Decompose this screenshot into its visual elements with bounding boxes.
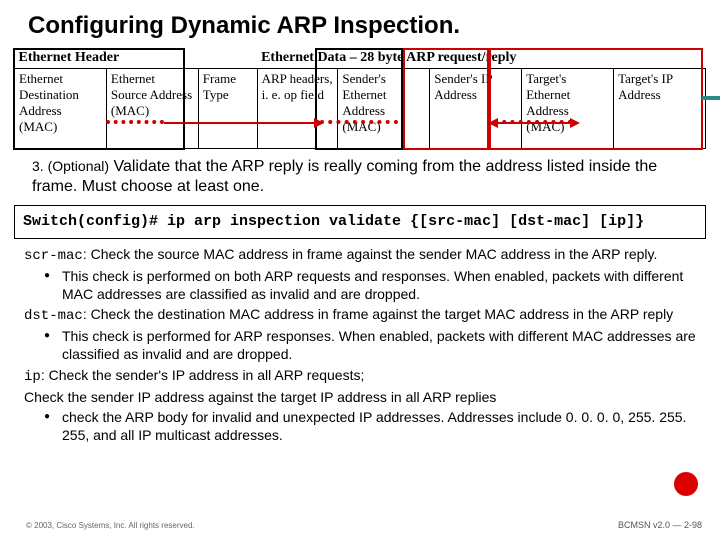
desc-dst-mac-detail: This check is performed for ARP response…: [24, 327, 696, 363]
packet-diagram: Ethernet Header Ethernet Data – 28 byte …: [14, 50, 706, 149]
desc-dst-mac: dst-mac: Check the destination MAC addre…: [24, 305, 696, 325]
overlay-frame-sender-ip: [403, 48, 489, 150]
desc-src-mac-detail: This check is performed on both ARP requ…: [24, 267, 696, 303]
arrow-target-link-head-r: [570, 118, 580, 128]
desc-ip-line2: Check the sender IP address against the …: [24, 388, 696, 406]
desc-ip-detail: check the ARP body for invalid and unexp…: [24, 408, 696, 444]
footer-slide-ref: BCMSN v2.0 — 2-98: [618, 520, 702, 530]
red-dot-icon: [674, 472, 698, 496]
overlay-frame-right: [489, 48, 703, 150]
slide-title: Configuring Dynamic ARP Inspection.: [0, 0, 720, 44]
brace-sender-mac: [320, 120, 398, 124]
arrow-src-link-head: [314, 118, 324, 128]
footer-copyright: © 2003, Cisco Systems, Inc. All rights r…: [26, 521, 195, 530]
command-box: Switch(config)# ip arp inspection valida…: [14, 205, 706, 239]
arrow-target-link: [496, 122, 572, 124]
teal-accent-bar: [702, 96, 720, 100]
arrow-src-link: [164, 122, 316, 124]
description-block: scr-mac: Check the source MAC address in…: [24, 245, 696, 445]
step-body: Validate that the ARP reply is really co…: [32, 158, 657, 195]
desc-src-mac: scr-mac: Check the source MAC address in…: [24, 245, 696, 265]
arrow-target-link-head-l: [488, 118, 498, 128]
cell-frame-type: Frame Type: [198, 69, 257, 149]
step-number: 3. (Optional): [32, 158, 109, 174]
overlay-frame-sender-mac: [315, 48, 403, 150]
overlay-frame-left: [13, 48, 185, 150]
brace-eth-src: [106, 120, 164, 124]
desc-ip: ip: Check the sender's IP address in all…: [24, 366, 696, 386]
step-3-text: 3. (Optional) Validate that the ARP repl…: [32, 157, 696, 197]
